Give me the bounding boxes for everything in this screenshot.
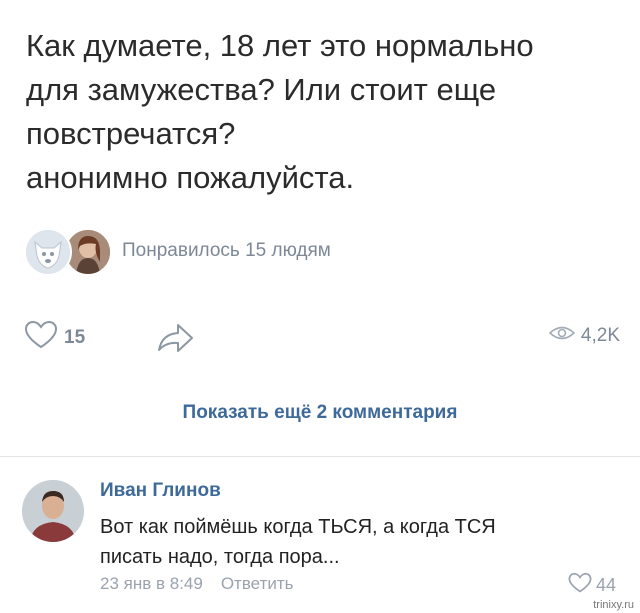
post-text-line: повстречатся? <box>26 116 236 151</box>
comment-text-line: писать надо, тогда пора... <box>100 546 340 568</box>
heart-icon <box>568 572 592 599</box>
comment-like-count: 44 <box>595 575 616 595</box>
comment-timestamp: 23 янв в 8:49 <box>100 574 203 593</box>
comment-text: Вот как поймёшь когда ТЬСЯ, а когда ТСЯ … <box>100 512 600 572</box>
views-count: 4,2K <box>580 324 620 346</box>
post-text-line: Как думаете, 18 лет это нормально <box>26 28 534 63</box>
likers-avatars <box>24 226 114 276</box>
post-text: Как думаете, 18 лет это нормально для за… <box>26 24 626 200</box>
likes-summary-text[interactable]: Понравилось 15 людям <box>122 240 331 262</box>
avatar[interactable] <box>22 480 84 542</box>
heart-icon <box>24 320 58 355</box>
post-actions: 15 4,2K <box>24 316 620 360</box>
post-text-line: анонимно пожалуйста. <box>26 160 355 195</box>
likers-summary[interactable]: Понравилось 15 людям <box>24 226 331 276</box>
divider <box>0 456 640 457</box>
post-text-line: для замужества? Или стоит еще <box>26 72 497 107</box>
dog-avatar <box>24 228 72 276</box>
eye-icon <box>548 324 576 347</box>
like-count: 15 <box>64 326 86 348</box>
watermark: trinixy.ru <box>593 599 634 611</box>
comment: Иван Глинов Вот как поймёшь когда ТЬСЯ, … <box>0 470 640 613</box>
reply-button[interactable]: Ответить <box>221 574 294 594</box>
comment-meta: 23 янв в 8:49 Ответить <box>100 574 294 594</box>
comment-text-line: Вот как поймёшь когда ТЬСЯ, а когда ТСЯ <box>100 516 496 538</box>
comment-author[interactable]: Иван Глинов <box>100 480 221 502</box>
show-more-comments-link[interactable]: Показать ещё 2 комментария <box>0 402 640 424</box>
share-arrow-icon <box>156 324 194 358</box>
share-button[interactable] <box>156 322 194 359</box>
views-counter: 4,2K <box>548 324 620 347</box>
comment-like-button[interactable]: 44 <box>568 572 616 599</box>
like-button[interactable]: 15 <box>24 320 85 355</box>
